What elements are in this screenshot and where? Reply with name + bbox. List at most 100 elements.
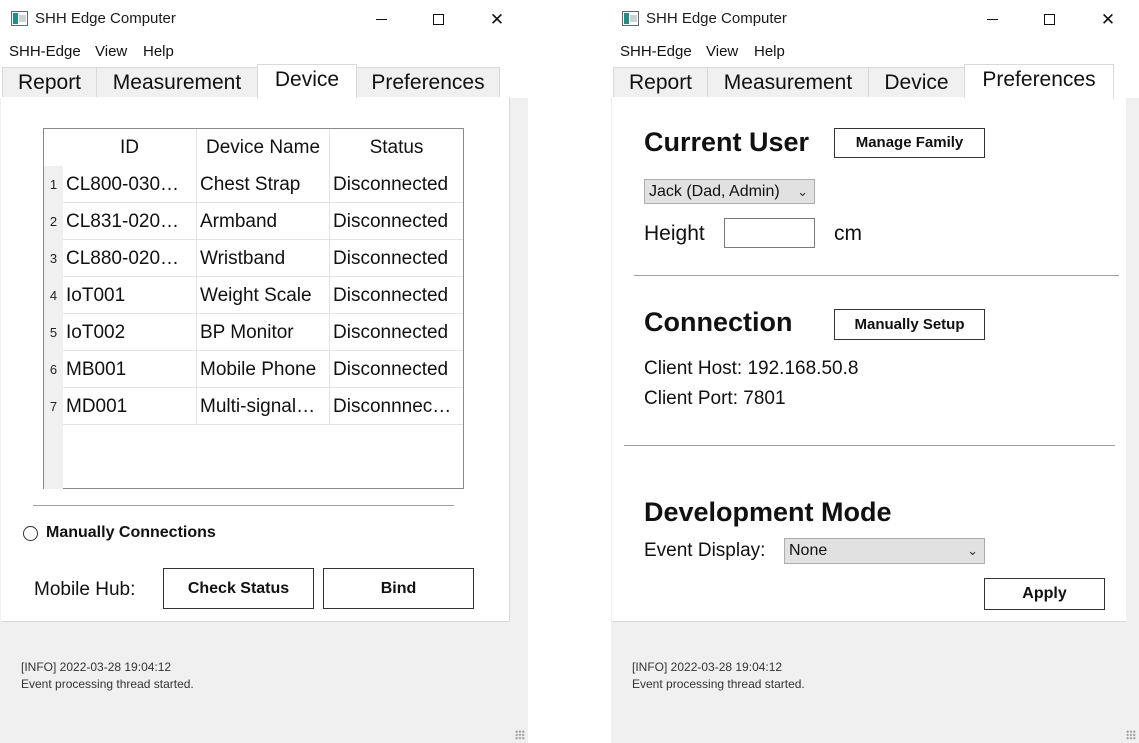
- manual-connections-radio[interactable]: [23, 526, 38, 541]
- app-window-icon: [11, 11, 28, 26]
- manage-family-button[interactable]: Manage Family: [834, 128, 985, 158]
- close-button[interactable]: ✕: [1085, 0, 1131, 38]
- window-title: SHH Edge Computer: [35, 10, 176, 27]
- close-icon: ✕: [1100, 9, 1116, 29]
- menu-help[interactable]: Help: [754, 43, 785, 60]
- user-select-value: Jack (Dad, Admin): [649, 183, 780, 200]
- divider: [33, 505, 454, 506]
- current-user-heading: Current User: [644, 127, 810, 157]
- log-line: Event processing thread started.: [632, 677, 805, 691]
- bind-button[interactable]: Bind: [323, 568, 474, 609]
- chevron-down-icon: ⌄: [967, 543, 978, 558]
- user-select[interactable]: Jack (Dad, Admin) ⌄: [644, 179, 815, 204]
- status-log: [INFO] 2022-03-28 19:04:12 Event process…: [21, 659, 194, 693]
- row-number: 7: [49, 399, 58, 414]
- resize-grip-icon[interactable]: [1126, 730, 1136, 740]
- window-title: SHH Edge Computer: [646, 10, 787, 27]
- log-line: [INFO] 2022-03-28 19:04:12: [632, 660, 783, 674]
- title-bar[interactable]: SHH Edge Computer ✕: [0, 0, 528, 38]
- manually-setup-button[interactable]: Manually Setup: [834, 309, 985, 340]
- menu-shh-edge[interactable]: SHH-Edge: [620, 43, 692, 60]
- window-device: SHH Edge Computer ✕ SHH-Edge View Help R…: [0, 0, 528, 743]
- event-display-select[interactable]: None ⌄: [784, 538, 985, 564]
- resize-grip-icon[interactable]: [515, 730, 525, 740]
- minimize-button[interactable]: [358, 0, 404, 38]
- tab-report[interactable]: Report: [2, 67, 97, 98]
- height-unit: cm: [834, 222, 862, 245]
- cell-status[interactable]: Disconnnec…: [330, 388, 463, 425]
- close-button[interactable]: ✕: [474, 0, 520, 38]
- minimize-icon: [986, 18, 998, 20]
- minimize-button[interactable]: [969, 0, 1015, 38]
- tab-measurement[interactable]: Measurement: [707, 67, 869, 98]
- cell-status[interactable]: Disconnected: [330, 314, 463, 351]
- cell-device-name[interactable]: Multi-signal…: [197, 388, 330, 425]
- cell-id[interactable]: CL880-020…: [63, 240, 197, 277]
- cell-device-name[interactable]: Mobile Phone: [197, 351, 330, 388]
- device-table[interactable]: ID Device Name Status 1 CL800-030… Chest…: [43, 128, 464, 489]
- cell-status[interactable]: Disconnected: [330, 203, 463, 240]
- app-window-icon: [622, 11, 639, 26]
- cell-id[interactable]: IoT001: [63, 277, 197, 314]
- check-status-button[interactable]: Check Status: [163, 568, 314, 609]
- maximize-icon: [432, 13, 444, 25]
- column-header-status[interactable]: Status: [330, 129, 463, 166]
- status-log: [INFO] 2022-03-28 19:04:12 Event process…: [632, 659, 805, 693]
- cell-device-name[interactable]: BP Monitor: [197, 314, 330, 351]
- manual-connections-label[interactable]: Manually Connections: [46, 524, 216, 542]
- close-icon: ✕: [489, 9, 505, 29]
- menu-bar: SHH-Edge View Help: [611, 38, 1139, 64]
- tab-preferences[interactable]: Preferences: [964, 64, 1114, 98]
- row-number: 5: [49, 325, 58, 340]
- height-input[interactable]: [724, 218, 815, 248]
- cell-status[interactable]: Disconnected: [330, 240, 463, 277]
- row-number: 6: [49, 362, 58, 377]
- menu-view[interactable]: View: [706, 43, 738, 60]
- minimize-icon: [375, 18, 387, 20]
- tab-preferences[interactable]: Preferences: [356, 67, 500, 98]
- column-header-id[interactable]: ID: [63, 129, 197, 166]
- cell-status[interactable]: Disconnected: [330, 351, 463, 388]
- apply-button[interactable]: Apply: [984, 578, 1105, 610]
- tab-bar: Report Measurement Device Preferences: [611, 64, 1139, 98]
- log-line: [INFO] 2022-03-28 19:04:12: [21, 660, 172, 674]
- cell-id[interactable]: CL800-030…: [63, 166, 197, 203]
- event-display-label: Event Display:: [644, 540, 766, 561]
- cell-device-name[interactable]: Weight Scale: [197, 277, 330, 314]
- divider: [624, 445, 1115, 446]
- cell-status[interactable]: Disconnected: [330, 166, 463, 203]
- cell-status[interactable]: Disconnected: [330, 277, 463, 314]
- divider: [634, 275, 1119, 276]
- maximize-button[interactable]: [1026, 0, 1072, 38]
- row-number: 2: [49, 214, 58, 229]
- log-line: Event processing thread started.: [21, 677, 194, 691]
- menu-shh-edge[interactable]: SHH-Edge: [9, 43, 81, 60]
- height-label: Height: [644, 222, 705, 245]
- mobile-hub-label: Mobile Hub:: [34, 579, 136, 600]
- row-number: 3: [49, 251, 58, 266]
- tab-report[interactable]: Report: [613, 67, 708, 98]
- menu-view[interactable]: View: [95, 43, 127, 60]
- title-bar[interactable]: SHH Edge Computer ✕: [611, 0, 1139, 38]
- chevron-down-icon: ⌄: [797, 184, 808, 199]
- tab-device[interactable]: Device: [868, 67, 965, 98]
- client-port: Client Port: 7801: [644, 388, 786, 409]
- row-number: 4: [49, 288, 58, 303]
- connection-heading: Connection: [644, 307, 793, 337]
- cell-device-name[interactable]: Wristband: [197, 240, 330, 277]
- event-display-value: None: [789, 542, 828, 559]
- cell-id[interactable]: MD001: [63, 388, 197, 425]
- cell-id[interactable]: MB001: [63, 351, 197, 388]
- cell-device-name[interactable]: Chest Strap: [197, 166, 330, 203]
- maximize-button[interactable]: [415, 0, 461, 38]
- column-header-device-name[interactable]: Device Name: [197, 129, 330, 166]
- window-preferences: SHH Edge Computer ✕ SHH-Edge View Help R…: [611, 0, 1139, 743]
- menu-help[interactable]: Help: [143, 43, 174, 60]
- development-mode-heading: Development Mode: [644, 497, 892, 527]
- tab-measurement[interactable]: Measurement: [96, 67, 258, 98]
- cell-device-name[interactable]: Armband: [197, 203, 330, 240]
- cell-id[interactable]: IoT002: [63, 314, 197, 351]
- client-host: Client Host: 192.168.50.8: [644, 358, 859, 379]
- tab-device[interactable]: Device: [257, 64, 357, 98]
- cell-id[interactable]: CL831-020…: [63, 203, 197, 240]
